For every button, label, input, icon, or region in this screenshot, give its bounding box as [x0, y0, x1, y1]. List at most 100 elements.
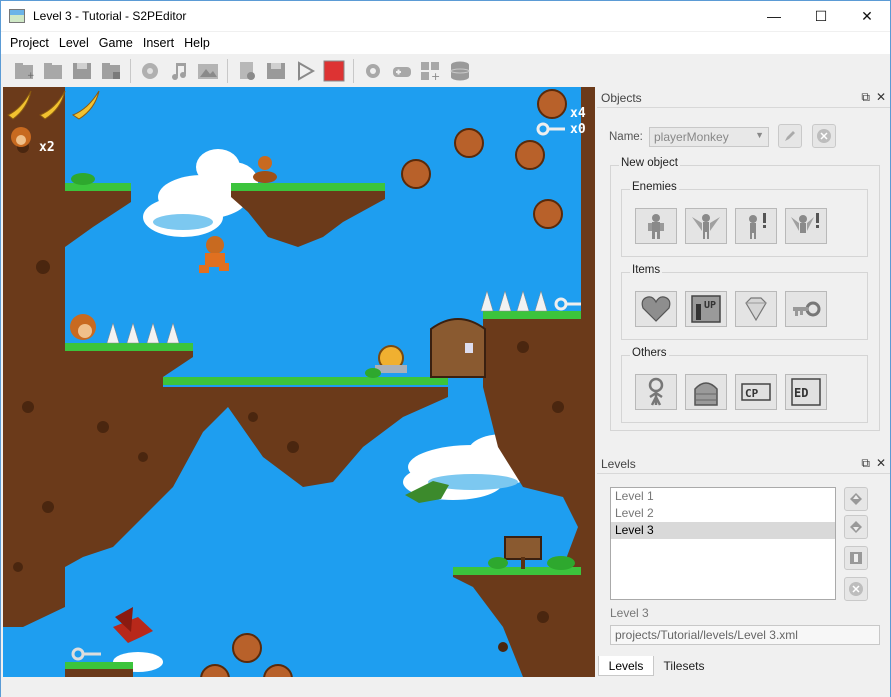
add-flying-enemy-button[interactable]	[685, 208, 727, 244]
objects-dock-title: Objects	[601, 90, 642, 105]
objects-close-button[interactable]: ✕	[876, 90, 886, 105]
gamepad-button[interactable]	[389, 58, 415, 84]
level-properties-button[interactable]	[844, 546, 868, 570]
add-key-button[interactable]	[785, 291, 827, 327]
tab-levels[interactable]: Levels	[598, 656, 654, 676]
status-bar	[1, 677, 890, 697]
move-level-down-button[interactable]	[844, 515, 868, 539]
add-door-button[interactable]	[685, 374, 727, 410]
new-project-button[interactable]: +	[11, 58, 37, 84]
database-button[interactable]	[447, 58, 473, 84]
edit-name-button[interactable]	[778, 124, 802, 148]
add-alert-enemy-button[interactable]	[735, 208, 777, 244]
level-list-item[interactable]: Level 2	[611, 505, 835, 522]
menu-insert[interactable]: Insert	[138, 36, 179, 50]
toolbar-separator	[353, 58, 354, 83]
stop-icon	[323, 60, 345, 81]
minimize-button[interactable]: —	[751, 1, 797, 31]
menu-project[interactable]: Project	[5, 36, 54, 50]
end-icon: ED	[791, 378, 821, 406]
maximize-button[interactable]: ☐	[798, 1, 844, 31]
menu-level[interactable]: Level	[54, 36, 94, 50]
add-alert-flying-enemy-button[interactable]	[785, 208, 827, 244]
open-project-button[interactable]	[40, 58, 66, 84]
enemies-label: Enemies	[630, 181, 679, 193]
menu-help[interactable]: Help	[179, 36, 215, 50]
coins-counter: x4	[570, 106, 586, 121]
level-canvas[interactable]: x2 x4 x0	[3, 87, 595, 677]
level-list-item[interactable]: Level 1	[611, 488, 835, 505]
new-level-icon	[240, 61, 255, 80]
walking-enemy-icon	[648, 214, 664, 239]
play-button[interactable]	[292, 58, 318, 84]
add-end-button[interactable]: ED	[785, 374, 827, 410]
items-label: Items	[630, 264, 663, 276]
flying-enemy-icon	[692, 214, 720, 239]
title-bar: Level 3 - Tutorial - S2PEditor — ☐ ✕	[1, 1, 890, 31]
end-text: ED	[794, 386, 808, 400]
save-project-button[interactable]	[69, 58, 95, 84]
levels-float-button[interactable]: ⧉	[861, 456, 870, 471]
delete-object-button[interactable]	[812, 124, 836, 148]
add-tiles-icon: +	[421, 61, 440, 81]
menu-bar: Project Level Game Insert Help	[1, 32, 890, 54]
levels-close-button[interactable]: ✕	[876, 456, 886, 471]
objects-float-button[interactable]: ⧉	[861, 90, 870, 105]
others-label: Others	[630, 347, 669, 359]
play-icon	[298, 60, 316, 81]
menu-game[interactable]: Game	[94, 36, 138, 50]
save-level-button[interactable]	[263, 58, 289, 84]
settings-icon	[366, 63, 380, 78]
close-button[interactable]: ✕	[844, 1, 890, 31]
level-path-field[interactable]: projects/Tutorial/levels/Level 3.xml	[610, 625, 880, 645]
image-icon	[198, 63, 218, 79]
name-combobox[interactable]: playerMonkey ▼	[649, 127, 769, 147]
objects-dock-header: Objects ⧉ ✕	[597, 88, 890, 108]
new-object-label: New object	[619, 157, 680, 169]
remove-level-button[interactable]	[844, 577, 868, 601]
cancel-icon	[817, 129, 831, 143]
add-one-up-button[interactable]: UP	[685, 291, 727, 327]
tileset-icon	[142, 62, 158, 79]
arrow-up-icon	[850, 493, 862, 505]
levels-list[interactable]: Level 1 Level 2 Level 3	[610, 487, 836, 600]
toolbar: + +	[1, 54, 890, 87]
door-icon	[694, 382, 718, 406]
levels-dock-header: Levels ⧉ ✕	[597, 454, 890, 474]
save-level-icon	[267, 62, 285, 79]
settings-button[interactable]	[360, 58, 386, 84]
database-icon	[450, 61, 470, 80]
diamond-icon	[745, 297, 767, 322]
keys-counter: x0	[570, 122, 586, 137]
alert-enemy-icon	[749, 213, 766, 239]
add-tiles-button[interactable]: +	[418, 58, 444, 84]
current-level-label: Level 3	[610, 606, 649, 620]
level-properties-icon	[850, 552, 862, 564]
tab-tilesets[interactable]: Tilesets	[656, 656, 712, 676]
move-level-up-button[interactable]	[844, 487, 868, 511]
svg-text:+: +	[27, 71, 35, 81]
player-icon	[648, 377, 664, 406]
add-diamond-button[interactable]	[735, 291, 777, 327]
add-checkpoint-button[interactable]: CP	[735, 374, 777, 410]
window-title: Level 3 - Tutorial - S2PEditor	[33, 9, 187, 23]
chevron-down-icon: ▼	[755, 130, 764, 140]
add-heart-button[interactable]	[635, 291, 677, 327]
level-list-item-selected[interactable]: Level 3	[611, 522, 835, 539]
export-project-button[interactable]	[98, 58, 124, 84]
export-project-icon	[102, 62, 120, 79]
gamepad-icon	[393, 66, 411, 77]
new-level-button[interactable]	[234, 58, 260, 84]
stop-button[interactable]	[321, 58, 347, 84]
checkpoint-icon: CP	[741, 383, 771, 401]
levels-dock-title: Levels	[601, 456, 636, 471]
music-button[interactable]	[166, 58, 192, 84]
pencil-icon	[785, 131, 795, 141]
cancel-icon	[849, 582, 863, 596]
name-label: Name:	[609, 131, 643, 143]
tileset-button[interactable]	[137, 58, 163, 84]
image-button[interactable]	[195, 58, 221, 84]
svg-text:+: +	[431, 70, 440, 81]
add-player-button[interactable]	[635, 374, 677, 410]
add-walking-enemy-button[interactable]	[635, 208, 677, 244]
